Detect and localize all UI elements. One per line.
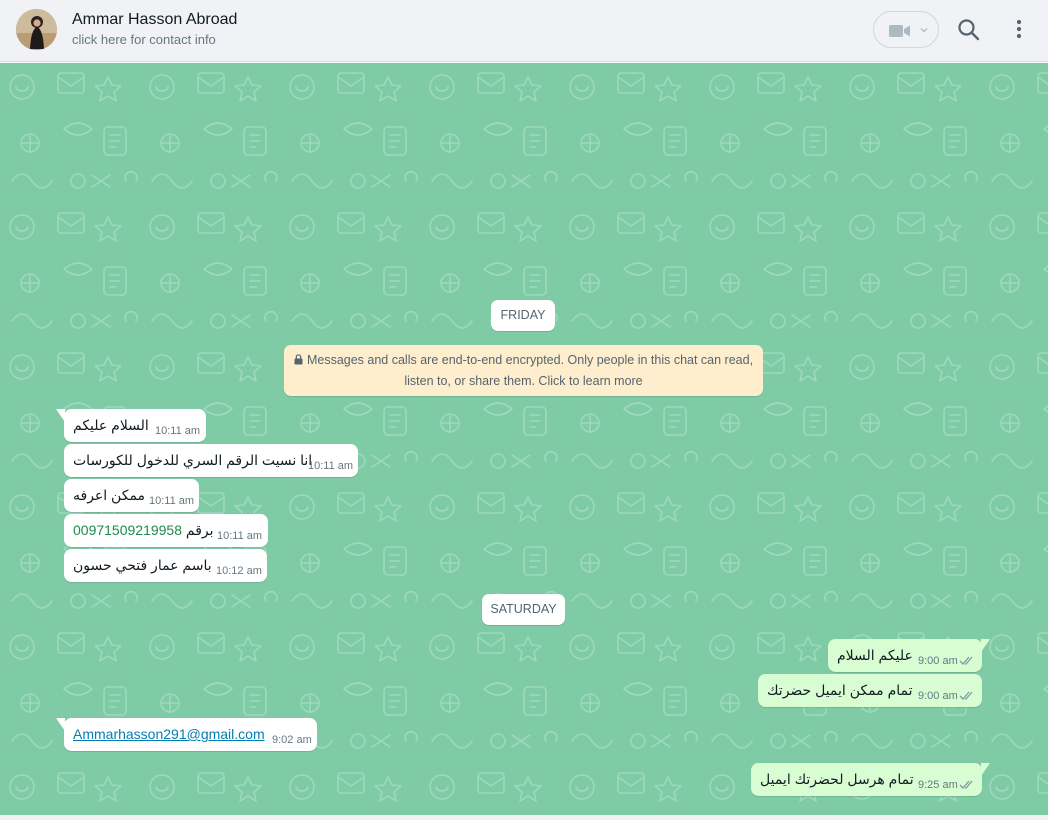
lock-icon	[294, 354, 303, 365]
date-divider-friday: FRIDAY	[491, 300, 555, 331]
double-check-icon	[959, 656, 973, 665]
menu-dots-icon[interactable]	[1008, 17, 1030, 43]
message-text: السلام عليكم	[73, 417, 149, 433]
message-time: 10:11 am	[155, 425, 201, 437]
message-incoming[interactable]: 00971509219958 برقم 10:11 am	[64, 514, 268, 547]
message-incoming[interactable]: Ammarhasson291@gmail.com 9:02 am	[56, 718, 317, 751]
message-text: ممكن اعرفه	[73, 487, 146, 503]
message-incoming[interactable]: انا نسيت الرقم السري للدخول للكورسات 10:…	[64, 444, 358, 477]
chat-panel[interactable]: FRIDAY Messages and calls are end-to-end…	[0, 63, 1048, 815]
message-outgoing[interactable]: عليكم السلام 9:00 am	[828, 639, 990, 672]
phone-number-link[interactable]: 00971509219958	[73, 522, 182, 538]
message-outgoing[interactable]: تمام ممكن ايميل حضرتك 9:00 am	[758, 674, 982, 707]
contact-info-hint[interactable]: click here for contact info	[72, 30, 237, 50]
message-incoming[interactable]: السلام عليكم 10:11 am	[56, 409, 206, 442]
contact-name[interactable]: Ammar Hasson Abroad	[72, 9, 237, 30]
message-text: تمام هرسل لحضرتك ايميل	[760, 771, 914, 787]
date-divider-saturday: SATURDAY	[482, 594, 565, 625]
chevron-down-icon	[920, 28, 928, 33]
video-call-button[interactable]	[873, 11, 939, 48]
message-incoming[interactable]: ممكن اعرفه 10:11 am	[64, 479, 199, 512]
double-check-icon	[959, 780, 973, 789]
chat-header: Ammar Hasson Abroad click here for conta…	[0, 0, 1048, 62]
message-time: 9:02 am	[272, 734, 312, 746]
message-outgoing[interactable]: تمام هرسل لحضرتك ايميل 9:25 am	[751, 763, 990, 796]
message-time: 9:00 am	[918, 655, 958, 667]
double-check-icon	[959, 691, 973, 700]
message-text: انا نسيت الرقم السري للدخول للكورسات	[73, 452, 313, 468]
encryption-notice-line2: listen to, or share them. Click to learn…	[404, 374, 643, 388]
message-text: 00971509219958 برقم	[73, 522, 214, 539]
message-incoming[interactable]: باسم عمار فتحي حسون 10:12 am	[64, 549, 267, 582]
message-time: 10:11 am	[149, 495, 195, 507]
message-time: 9:00 am	[918, 690, 958, 702]
encryption-notice[interactable]: Messages and calls are end-to-end encryp…	[284, 345, 763, 396]
email-link[interactable]: Ammarhasson291@gmail.com	[73, 726, 265, 743]
message-text: عليكم السلام	[837, 647, 913, 663]
message-text: باسم عمار فتحي حسون	[73, 557, 212, 573]
message-text: تمام ممكن ايميل حضرتك	[767, 682, 913, 698]
composer-edge	[0, 815, 1048, 820]
message-time: 9:25 am	[918, 779, 958, 791]
message-time: 10:12 am	[216, 565, 262, 577]
encryption-notice-line1: Messages and calls are end-to-end encryp…	[306, 353, 754, 367]
message-time: 10:11 am	[217, 530, 263, 542]
video-camera-icon	[889, 25, 910, 37]
avatar[interactable]	[16, 9, 57, 50]
message-time: 10:11 am	[308, 460, 354, 472]
contact-info[interactable]: Ammar Hasson Abroad click here for conta…	[72, 9, 237, 50]
message-prefix: برقم	[185, 522, 214, 538]
search-icon[interactable]	[956, 17, 982, 43]
